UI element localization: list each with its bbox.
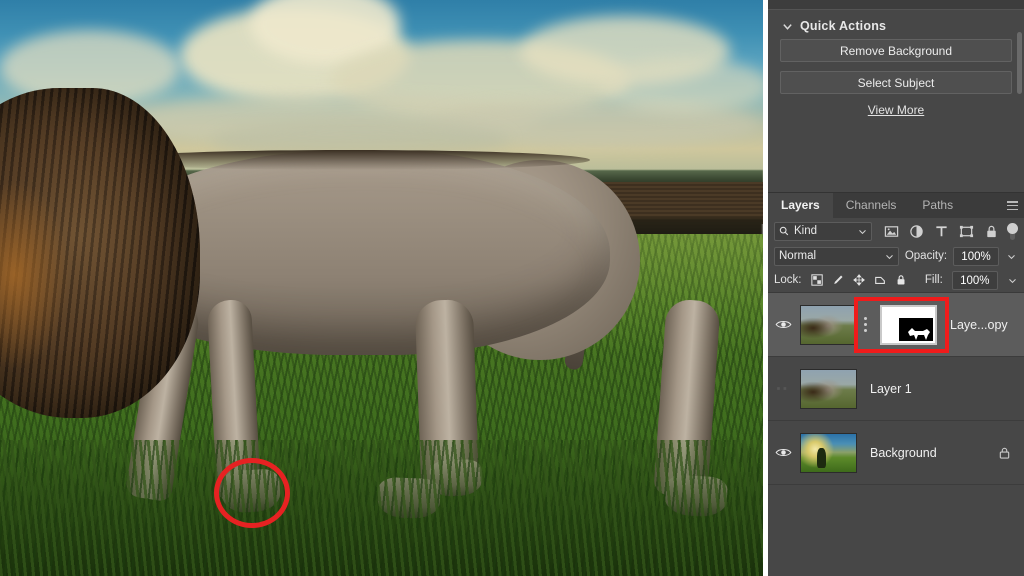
layer-thumbnail[interactable] <box>800 368 857 409</box>
eye-icon <box>775 448 791 457</box>
filter-shape-icon[interactable] <box>959 224 974 239</box>
red-circle-annotation <box>214 458 290 528</box>
eye-icon <box>775 320 791 329</box>
lock-all-icon[interactable] <box>895 273 907 287</box>
fill-input[interactable]: 100% <box>951 270 998 290</box>
filter-smart-object-icon[interactable] <box>984 224 999 239</box>
blend-opacity-row: Normal Opacity: 100% <box>768 244 1024 268</box>
tab-channels[interactable]: Channels <box>833 193 910 218</box>
lock-transparent-pixels-icon[interactable] <box>810 273 823 287</box>
filter-type-icon[interactable] <box>934 224 949 239</box>
chevron-down-icon <box>885 254 893 259</box>
photoshop-window: Quick Actions Remove Background Select S… <box>0 0 1024 576</box>
filter-adjustment-icon[interactable] <box>909 224 924 239</box>
fill-chevron-down-icon[interactable] <box>1007 271 1018 290</box>
filter-kind-value: Kind <box>794 225 818 237</box>
layer-visibility-toggle[interactable] <box>768 293 798 356</box>
layer-thumbnail[interactable] <box>800 432 857 473</box>
filter-icon-group <box>884 224 999 239</box>
layer-thumbnail[interactable] <box>800 304 857 345</box>
view-more-link[interactable]: View More <box>780 103 1012 117</box>
panel-menu-icon[interactable] <box>1007 201 1018 211</box>
panel-top-strip <box>768 0 1024 10</box>
layer-filter-row: Kind <box>768 218 1024 244</box>
lock-position-icon[interactable] <box>852 273 865 287</box>
fill-label: Fill: <box>924 274 943 286</box>
quick-actions-scrollbar[interactable] <box>1017 32 1022 94</box>
layer-name[interactable]: Layer 1 <box>870 382 912 396</box>
layer-list-empty-area <box>768 485 1024 557</box>
foreground-grass <box>0 440 763 576</box>
lock-label: Lock: <box>774 274 802 286</box>
opacity-label: Opacity: <box>904 250 948 262</box>
filter-kind-select[interactable]: Kind <box>774 221 873 241</box>
quick-actions-panel: Quick Actions Remove Background Select S… <box>768 10 1024 192</box>
lock-row: Lock: Fill: 100% <box>768 268 1024 292</box>
lock-artboard-nesting-icon[interactable] <box>874 273 886 287</box>
right-panel-dock: Quick Actions Remove Background Select S… <box>768 0 1024 576</box>
panel-tab-strip: Layers Channels Paths <box>768 193 1024 218</box>
mask-lion-silhouette-icon <box>908 327 930 340</box>
remove-background-button[interactable]: Remove Background <box>780 39 1012 62</box>
layer-visibility-toggle[interactable] <box>768 357 798 420</box>
layer-name[interactable]: Laye...opy <box>950 318 1008 332</box>
filter-pixel-icon[interactable] <box>884 224 899 239</box>
opacity-chevron-down-icon[interactable] <box>1005 247 1018 266</box>
tab-paths[interactable]: Paths <box>909 193 966 218</box>
chevron-down-icon <box>859 229 867 234</box>
search-icon <box>779 226 789 236</box>
lock-image-pixels-icon[interactable] <box>832 273 844 287</box>
layer-mask-thumbnail[interactable] <box>880 304 937 345</box>
document-canvas[interactable] <box>0 0 763 576</box>
table-row[interactable]: Laye...opy <box>768 293 1024 357</box>
blend-mode-value: Normal <box>779 250 817 262</box>
lock-icon <box>999 447 1010 459</box>
quick-actions-title: Quick Actions <box>800 19 887 33</box>
quick-actions-header[interactable]: Quick Actions <box>780 10 1012 39</box>
layer-list: Laye...opy Layer 1 Background <box>768 292 1024 557</box>
layer-visibility-toggle[interactable] <box>768 421 798 484</box>
tab-layers[interactable]: Layers <box>768 193 833 218</box>
table-row[interactable]: Background <box>768 421 1024 485</box>
chevron-down-icon <box>783 23 792 30</box>
filter-toggle-switch[interactable] <box>1007 222 1019 240</box>
table-row[interactable]: Layer 1 <box>768 357 1024 421</box>
layer-name[interactable]: Background <box>870 446 937 460</box>
blend-mode-select[interactable]: Normal <box>774 246 899 266</box>
opacity-input[interactable]: 100% <box>953 246 1000 266</box>
eye-icon-off <box>776 387 786 390</box>
layer-mask-link-icon[interactable] <box>860 317 871 332</box>
select-subject-button[interactable]: Select Subject <box>780 71 1012 94</box>
